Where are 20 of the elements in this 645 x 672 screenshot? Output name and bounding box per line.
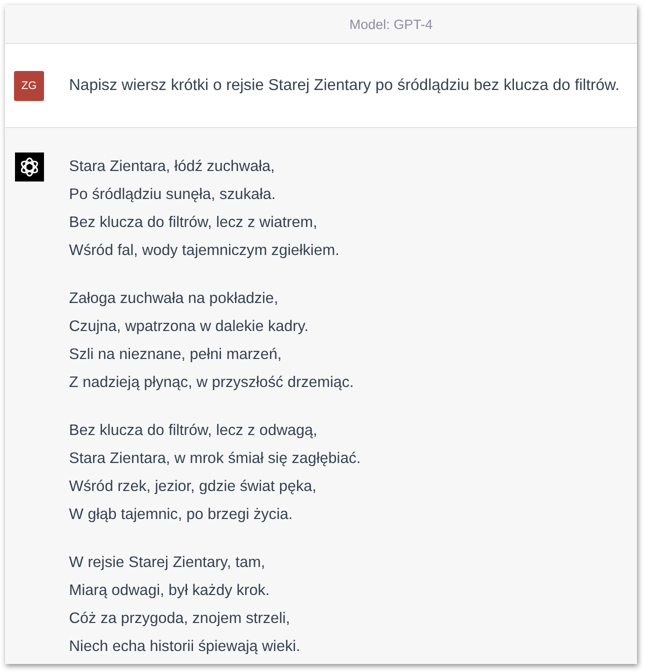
poem-line: Wśród rzek, jezior, gdzie świat pęka, [69,477,318,497]
poem-line: W głąb tajemnic, po brzegi życia. [69,505,294,525]
poem-line: Czujna, wpatrzona w dalekie kadry. [69,317,310,337]
poem-line: Bez klucza do filtrów, lecz z wiatrem, [69,213,318,233]
poem-line: Szli na nieznane, pełni marzeń, [69,345,283,365]
poem-line: Stara Zientara, łódź zuchwała, [69,157,276,177]
poem-line: Wśród fal, wody tajemniczym zgiełkiem. [69,241,340,261]
poem-line: Z nadzieją płynąc, w przyszłość drzemiąc. [69,373,355,393]
user-avatar: ZG [14,70,44,100]
poem-line: Po śródlądziu sunęła, szukała. [69,185,277,205]
poem-line: Stara Zientara, w mrok śmiał się zagłębiać. [69,449,361,469]
poem-line: W rejsie Starej Zientary, tam, [69,553,266,573]
message-text: Napisz wiersz krótki o rejsie Starej Zientary po śródlądziu bez klucza do filtrów. [69,76,620,94]
poem-line: Niech echa historii śpiewają wieki. [69,637,302,657]
model-label: Model: GPT-4 [349,16,433,32]
poem-line: Bez klucza do filtrów, lecz z odwagą, [69,421,318,441]
poem-line: Cóż za przygoda, znojem strzeli, [69,609,292,629]
poem-line: Załoga zuchwała na pokładzie, [69,289,280,309]
knot-icon [15,152,44,182]
poem-line: Miarą odwagi, był każdy krok. [69,581,271,601]
